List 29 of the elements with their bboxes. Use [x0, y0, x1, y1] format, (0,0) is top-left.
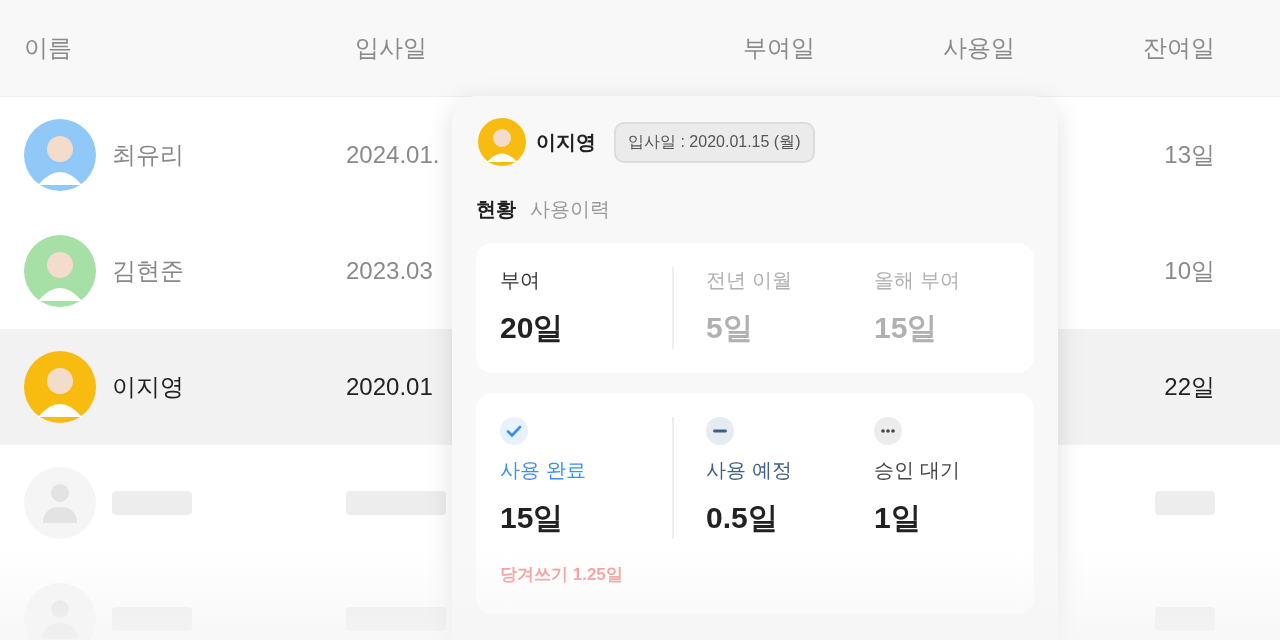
stat-value: 0.5일: [706, 500, 779, 536]
column-header: 입사일: [354, 33, 428, 63]
hire-date-badge: 입사일 : 2020.01.15 (월): [614, 121, 815, 163]
stat-value: 5일: [706, 310, 754, 346]
stat-label: 부여: [500, 268, 541, 293]
stat-value: 20일: [500, 310, 565, 346]
column-header: 부여일: [742, 33, 815, 63]
column-header: 이름: [24, 33, 73, 63]
stat-value: 15일: [874, 310, 939, 346]
stat-label: 사용 완료: [500, 458, 587, 483]
stat-value: 15일: [500, 500, 565, 536]
stat-label: 승인 대기: [874, 458, 961, 483]
hire-date: 2020.01: [346, 373, 433, 401]
stat-value: 1일: [874, 500, 922, 536]
employee-name: 최유리: [112, 140, 184, 170]
stat-label: 사용 예정: [706, 458, 793, 483]
remaining-days: 10일: [1164, 255, 1215, 287]
employee-name: 김현준: [112, 256, 184, 286]
stat-label: 전년 이월: [706, 268, 793, 293]
hire-date: 2023.03: [346, 257, 433, 285]
column-header: 사용일: [942, 33, 1015, 63]
remaining-days: 22일: [1164, 371, 1215, 403]
employee-name: 이지영: [112, 372, 184, 402]
stat-label: 올해 부여: [874, 268, 961, 293]
column-header: 잔여일: [1142, 33, 1215, 63]
remaining-days: 13일: [1164, 139, 1215, 171]
hire-date: 2024.01.: [346, 141, 440, 169]
employee-name: 이지영: [536, 129, 596, 155]
advance-use-note: 당겨쓰기 1.25일: [500, 564, 624, 586]
